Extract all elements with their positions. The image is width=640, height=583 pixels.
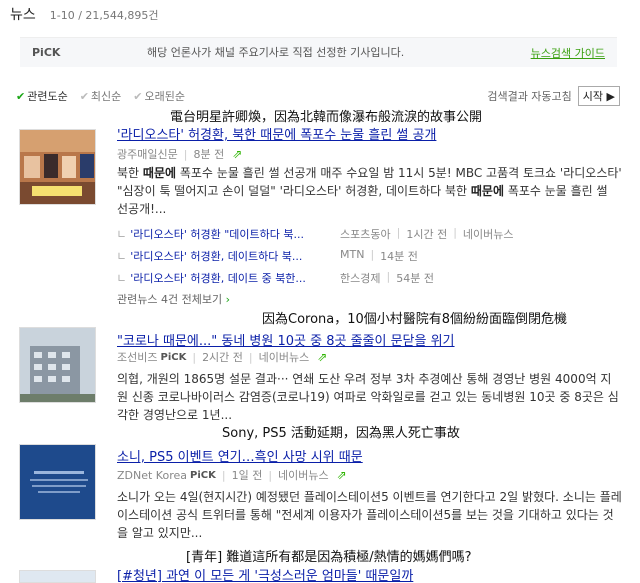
related-news-item[interactable]: ∟ '라디오스타' 허경환, 데이트 중 북한... 한스경제 | 54분 전 <box>117 270 434 286</box>
article-time: 8분 전 <box>193 148 225 161</box>
article-description: 소니가 오는 4일(현지시간) 예정됐던 플레이스테이션5 이벤트를 연기한다고… <box>117 490 622 540</box>
auto-refresh-label: 검색결과 자동고침 <box>487 90 572 103</box>
tv-show-thumbnail-icon <box>20 130 95 204</box>
share-icon[interactable]: ⇗ <box>317 350 327 364</box>
overlay-caption: 電台明星許卿煥，因為北韓而像瀑布般流淚的故事公開 <box>170 110 483 125</box>
related-link-icon: ∟ <box>117 272 127 285</box>
results-header: 뉴스 1-10 / 21,544,895건 <box>10 4 159 24</box>
related-link-icon: ∟ <box>117 250 127 263</box>
hospital-building-thumbnail-icon <box>20 328 95 402</box>
article-thumbnail[interactable] <box>19 129 96 205</box>
article-description: 북한 때문에 폭포수 눈물 흘린 썰 선공개 매주 수요일 밤 11시 5분! … <box>117 166 622 216</box>
article-time: 2시간 전 <box>202 351 243 364</box>
youth-article-thumbnail-icon <box>20 571 95 582</box>
divider: | <box>192 350 197 364</box>
article-thumbnail[interactable] <box>19 570 96 583</box>
divider: | <box>248 350 253 364</box>
article-thumbnail[interactable] <box>19 444 96 520</box>
divider: | <box>268 468 273 482</box>
article-description: 의협, 개원의 1865명 설문 결과··· 연쇄 도산 우려 정부 3차 추경… <box>117 372 619 422</box>
article-meta: 조선비즈 PiCK | 2시간 전 | 네이버뉴스 ⇗ <box>117 349 327 365</box>
check-icon: ✔ <box>79 90 89 103</box>
related-news-item[interactable]: ∟ '라디오스타' 허경환 "데이트하다 북... 스포츠동아 | 1시간 전 | 네이버… <box>117 226 514 242</box>
article-source[interactable]: 조선비즈 <box>117 349 157 365</box>
article-time: 1일 전 <box>231 469 263 482</box>
share-icon[interactable]: ⇗ <box>337 468 347 482</box>
check-icon: ✔ <box>133 90 143 103</box>
pick-badge: PiCK <box>160 351 187 363</box>
divider: | <box>221 468 226 482</box>
pick-badge: PiCK <box>190 469 216 481</box>
related-link-icon: ∟ <box>117 228 127 241</box>
pick-label: PiCK <box>32 46 61 59</box>
pick-description: 해당 언론사가 채널 주요기사로 직접 선정한 기사입니다. <box>147 45 405 59</box>
overlay-caption: 因為Corona，10個小村醫院有8個紛紛面臨倒閉危機 <box>262 312 568 327</box>
related-news-more-link[interactable]: 관련뉴스 4건 전체보기 › <box>117 291 230 307</box>
pick-info-box: PiCK 해당 언론사가 채널 주요기사로 직접 선정한 기사입니다. 뉴스검색… <box>20 37 617 67</box>
sort-bar: ✔ 관련도순 ✔ 최신순 ✔ 오래된순 검색결과 자동고침 시작 ▶ <box>16 86 620 106</box>
divider: | <box>183 147 188 161</box>
sort-oldest[interactable]: ✔ 오래된순 <box>133 88 185 104</box>
article-meta: ZDNet Korea PiCK | 1일 전 | 네이버뉴스 ⇗ <box>117 467 347 483</box>
article-title[interactable]: [#청년] 과연 이 모든 게 '극성스러운 엄마들' 때문일까 <box>117 565 413 583</box>
article-source[interactable]: 광주매일신문 <box>117 146 178 162</box>
share-icon[interactable]: ⇗ <box>232 147 242 161</box>
overlay-caption: Sony, PS5 活動延期，因為黑人死亡事故 <box>222 426 460 441</box>
article-title[interactable]: 소니, PS5 이벤트 연기…흑인 사망 시위 때문 <box>117 446 363 465</box>
section-title: 뉴스 <box>10 7 36 23</box>
sort-latest[interactable]: ✔ 최신순 <box>80 88 122 104</box>
sort-relevance[interactable]: ✔ 관련도순 <box>16 88 68 104</box>
naver-news-link[interactable]: 네이버뉴스 <box>278 467 329 483</box>
result-count: 1-10 / 21,544,895건 <box>49 9 159 22</box>
article-meta: 광주매일신문 | 8분 전 ⇗ <box>117 146 242 162</box>
article-source[interactable]: ZDNet Korea <box>117 469 187 482</box>
auto-refresh-start-button[interactable]: 시작 ▶ <box>577 86 620 106</box>
ps5-notice-thumbnail-icon <box>20 445 95 519</box>
article-title[interactable]: '라디오스타' 허경환, 북한 때문에 폭포수 눈물 흘린 썰 공개 <box>117 124 436 143</box>
check-icon: ✔ <box>16 90 26 103</box>
article-thumbnail[interactable] <box>19 327 96 403</box>
article-title[interactable]: "코로나 때문에..." 동네 병원 10곳 중 8곳 줄줄이 문닫을 위기 <box>117 330 455 349</box>
naver-news-link[interactable]: 네이버뉴스 <box>259 349 310 365</box>
related-news-item[interactable]: ∟ '라디오스타' 허경환, 데이트하다 북... MTN | 14분 전 <box>117 248 418 264</box>
chevron-right-icon: › <box>225 293 230 306</box>
overlay-caption: [青年] 難道這所有都是因為積極/熱情的媽媽們嗎? <box>186 550 472 565</box>
